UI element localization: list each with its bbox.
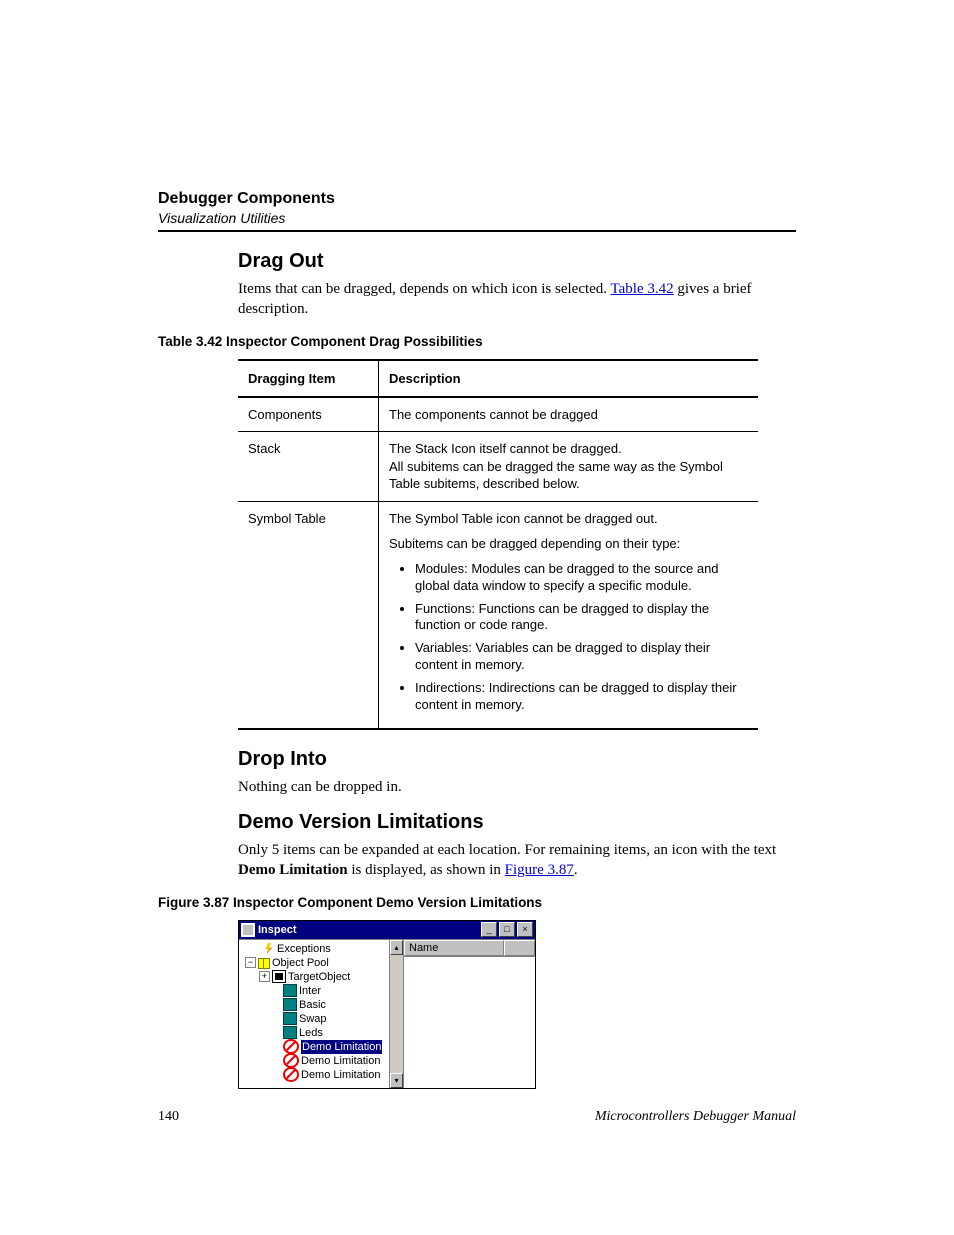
header-subtitle: Visualization Utilities xyxy=(158,210,796,226)
text-segment: . xyxy=(574,862,578,878)
tree-node-leds[interactable]: Leds xyxy=(243,1026,393,1040)
text-line: The Symbol Table icon cannot be dragged … xyxy=(389,510,748,528)
object-icon xyxy=(283,1012,297,1025)
inspector-drag-table: Dragging Item Description Components The… xyxy=(238,359,758,730)
prohibited-icon xyxy=(283,1067,299,1082)
tree-label: Demo Limitation xyxy=(301,1068,380,1082)
tree-node-target-object[interactable]: + TargetObject xyxy=(243,970,393,984)
inspect-window-figure: Inspect _ □ × Exceptions − Object Pool + T… xyxy=(238,920,536,1089)
tree-node-demo-limitation[interactable]: Demo Limitation xyxy=(243,1068,393,1082)
tree-node-basic[interactable]: Basic xyxy=(243,998,393,1012)
list-item: Indirections: Indirections can be dragge… xyxy=(415,680,748,714)
expand-icon[interactable]: + xyxy=(259,971,270,982)
figure-387-link[interactable]: Figure 3.87 xyxy=(505,862,574,878)
prohibited-icon xyxy=(283,1039,299,1054)
list-item: Functions: Functions can be dragged to d… xyxy=(415,601,748,635)
scroll-down-button[interactable]: ▾ xyxy=(390,1073,403,1088)
titlebar[interactable]: Inspect _ □ × xyxy=(239,921,535,939)
text-segment: is displayed, as shown in xyxy=(348,862,505,878)
list-item: Variables: Variables can be dragged to d… xyxy=(415,640,748,674)
text-segment: Items that can be dragged, depends on wh… xyxy=(238,281,611,297)
subitem-list: Modules: Modules can be dragged to the s… xyxy=(389,561,748,714)
scroll-track[interactable] xyxy=(390,955,403,1073)
minimize-button[interactable]: _ xyxy=(481,922,497,937)
drag-out-paragraph: Items that can be dragged, depends on wh… xyxy=(238,279,796,320)
col-empty-header[interactable] xyxy=(504,940,535,956)
object-icon xyxy=(283,998,297,1011)
collapse-icon[interactable]: − xyxy=(245,957,256,968)
vertical-scrollbar[interactable]: ▴ ▾ xyxy=(389,940,403,1088)
client-area: Exceptions − Object Pool + TargetObject In… xyxy=(239,939,535,1088)
window-icon xyxy=(241,923,255,937)
list-item: Modules: Modules can be dragged to the s… xyxy=(415,561,748,595)
tree-label: Exceptions xyxy=(277,942,331,956)
header-title: Debugger Components xyxy=(158,190,796,208)
object-icon xyxy=(283,1026,297,1039)
table-342-caption: Table 3.42 Inspector Component Drag Poss… xyxy=(158,334,796,349)
demo-limitations-heading: Demo Version Limitations xyxy=(238,811,796,834)
tree-node-exceptions[interactable]: Exceptions xyxy=(243,942,393,956)
text-segment: Only 5 items can be expanded at each loc… xyxy=(238,842,776,858)
page-header: Debugger Components Visualization Utilit… xyxy=(158,190,796,232)
tree-node-object-pool[interactable]: − Object Pool xyxy=(243,956,393,970)
drag-out-heading: Drag Out xyxy=(238,250,796,273)
tree-node-swap[interactable]: Swap xyxy=(243,1012,393,1026)
cell-item: Symbol Table xyxy=(238,501,379,729)
header-rule xyxy=(158,230,796,232)
demo-limitations-paragraph: Only 5 items can be expanded at each loc… xyxy=(238,840,796,881)
object-pool-icon xyxy=(258,957,270,968)
maximize-button[interactable]: □ xyxy=(499,922,515,937)
table-342-link[interactable]: Table 3.42 xyxy=(611,281,674,297)
tree-label: Object Pool xyxy=(272,956,329,970)
tree-pane[interactable]: Exceptions − Object Pool + TargetObject In… xyxy=(239,940,404,1088)
drop-into-paragraph: Nothing can be dropped in. xyxy=(238,777,796,797)
tree-label-selected: Demo Limitation xyxy=(301,1040,382,1054)
tree-node-inter[interactable]: Inter xyxy=(243,984,393,998)
tree-label: TargetObject xyxy=(288,970,350,984)
table-row: Stack The Stack Icon itself cannot be dr… xyxy=(238,432,758,502)
window-title: Inspect xyxy=(258,924,479,936)
tree-node-demo-limitation[interactable]: Demo Limitation xyxy=(243,1040,393,1054)
demo-limitation-bold: Demo Limitation xyxy=(238,862,348,878)
tree-label: Demo Limitation xyxy=(301,1054,380,1068)
cell-item: Stack xyxy=(238,432,379,502)
list-pane[interactable]: Name xyxy=(404,940,535,1088)
list-header: Name xyxy=(404,940,535,957)
table-row: Symbol Table The Symbol Table icon canno… xyxy=(238,501,758,729)
object-icon xyxy=(283,984,297,997)
cell-desc: The Symbol Table icon cannot be dragged … xyxy=(379,501,759,729)
cell-item: Components xyxy=(238,397,379,432)
tree-node-demo-limitation[interactable]: Demo Limitation xyxy=(243,1054,393,1068)
tree-label: Inter xyxy=(299,984,321,998)
chip-icon xyxy=(272,970,286,983)
col-description: Description xyxy=(379,360,759,397)
col-dragging-item: Dragging Item xyxy=(238,360,379,397)
prohibited-icon xyxy=(283,1053,299,1068)
page-number: 140 xyxy=(158,1109,179,1125)
page-footer: 140 Microcontrollers Debugger Manual xyxy=(158,1109,796,1125)
cell-desc: The Stack Icon itself cannot be dragged.… xyxy=(379,432,759,502)
col-name-header[interactable]: Name xyxy=(404,940,504,956)
figure-387-caption: Figure 3.87 Inspector Component Demo Ver… xyxy=(158,895,796,910)
table-row: Components The components cannot be drag… xyxy=(238,397,758,432)
scroll-up-button[interactable]: ▴ xyxy=(390,940,403,955)
bolt-icon xyxy=(263,943,275,954)
drop-into-heading: Drop Into xyxy=(238,748,796,771)
tree-label: Swap xyxy=(299,1012,327,1026)
text-line: Subitems can be dragged depending on the… xyxy=(389,535,748,553)
tree-label: Leds xyxy=(299,1026,323,1040)
cell-desc: The components cannot be dragged xyxy=(379,397,759,432)
close-button[interactable]: × xyxy=(517,922,533,937)
manual-name: Microcontrollers Debugger Manual xyxy=(595,1109,796,1125)
tree-label: Basic xyxy=(299,998,326,1012)
